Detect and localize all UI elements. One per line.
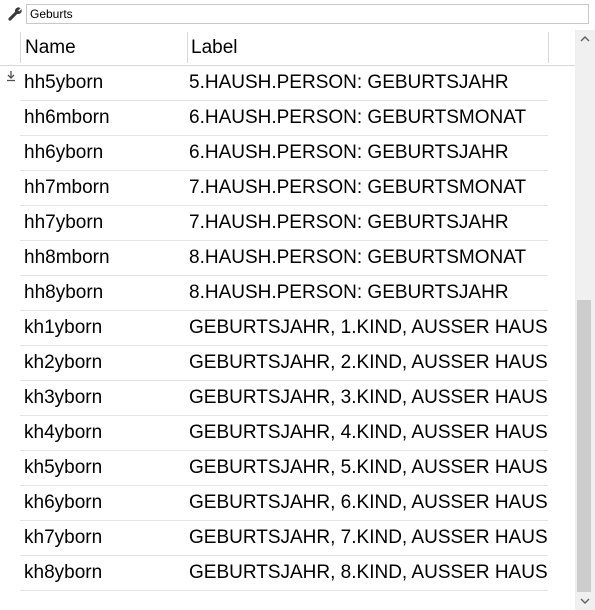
- cell-name[interactable]: hh8mborn: [24, 247, 110, 269]
- wrench-icon[interactable]: [7, 6, 23, 22]
- cell-label[interactable]: 8.HAUSH.PERSON: GEBURTSJAHR: [189, 282, 509, 304]
- table-row[interactable]: hh6yborn 6.HAUSH.PERSON: GEBURTSJAHR: [0, 136, 575, 171]
- table-row[interactable]: kh8yborn GEBURTSJAHR, 8.KIND, AUSSER HAUS: [0, 556, 575, 591]
- cell-name[interactable]: hh7mborn: [24, 177, 110, 199]
- cell-label[interactable]: GEBURTSJAHR, 4.KIND, AUSSER HAUS: [189, 422, 548, 444]
- cell-label[interactable]: GEBURTSJAHR, 3.KIND, AUSSER HAUS: [189, 387, 548, 409]
- table-row[interactable]: hh6mborn 6.HAUSH.PERSON: GEBURTSMONAT: [0, 101, 575, 136]
- cell-label[interactable]: GEBURTSJAHR, 6.KIND, AUSSER HAUS: [189, 492, 548, 514]
- table-row[interactable]: kh5yborn GEBURTSJAHR, 5.KIND, AUSSER HAUS: [0, 451, 575, 486]
- cell-label[interactable]: GEBURTSJAHR, 5.KIND, AUSSER HAUS: [189, 457, 548, 479]
- table-header: Name Label: [0, 30, 575, 66]
- cell-name[interactable]: kh3yborn: [24, 387, 102, 409]
- cell-label[interactable]: 8.HAUSH.PERSON: GEBURTSMONAT: [189, 247, 526, 269]
- cell-label[interactable]: 5.HAUSH.PERSON: GEBURTSJAHR: [189, 72, 509, 94]
- cell-label[interactable]: GEBURTSJAHR, 2.KIND, AUSSER HAUS: [189, 352, 548, 374]
- column-separator[interactable]: [548, 32, 549, 63]
- table-row[interactable]: kh4yborn GEBURTSJAHR, 4.KIND, AUSSER HAUS: [0, 416, 575, 451]
- cell-name[interactable]: kh8yborn: [24, 562, 102, 584]
- cell-name[interactable]: kh1yborn: [24, 317, 102, 339]
- cell-label[interactable]: 7.HAUSH.PERSON: GEBURTSJAHR: [189, 212, 509, 234]
- cell-name[interactable]: kh4yborn: [24, 422, 102, 444]
- scroll-down-arrow-icon[interactable]: [575, 592, 595, 610]
- table-row[interactable]: hh8yborn 8.HAUSH.PERSON: GEBURTSJAHR: [0, 276, 575, 311]
- cell-label[interactable]: GEBURTSJAHR, 7.KIND, AUSSER HAUS: [189, 527, 548, 549]
- table-row[interactable]: kh7yborn GEBURTSJAHR, 7.KIND, AUSSER HAUS: [0, 521, 575, 556]
- cell-name[interactable]: hh6mborn: [24, 107, 110, 129]
- column-header-label[interactable]: Label: [191, 37, 238, 59]
- table-row[interactable]: hh5yborn 5.HAUSH.PERSON: GEBURTSJAHR: [0, 66, 575, 101]
- scrollbar-thumb[interactable]: [577, 300, 591, 592]
- table-row[interactable]: kh2yborn GEBURTSJAHR, 2.KIND, AUSSER HAUS: [0, 346, 575, 381]
- table-row[interactable]: hh7mborn 7.HAUSH.PERSON: GEBURTSMONAT: [0, 171, 575, 206]
- cell-label[interactable]: 6.HAUSH.PERSON: GEBURTSJAHR: [189, 142, 509, 164]
- cell-name[interactable]: kh6yborn: [24, 492, 102, 514]
- vertical-scrollbar[interactable]: [575, 30, 595, 610]
- column-separator[interactable]: [20, 32, 21, 63]
- cell-name[interactable]: hh6yborn: [24, 142, 103, 164]
- table-row[interactable]: kh1yborn GEBURTSJAHR, 1.KIND, AUSSER HAUS: [0, 311, 575, 346]
- column-header-name[interactable]: Name: [25, 37, 76, 59]
- table-row[interactable]: hh8mborn 8.HAUSH.PERSON: GEBURTSMONAT: [0, 241, 575, 276]
- cell-label[interactable]: 6.HAUSH.PERSON: GEBURTSMONAT: [189, 107, 526, 129]
- cell-name[interactable]: kh7yborn: [24, 527, 102, 549]
- cell-label[interactable]: 7.HAUSH.PERSON: GEBURTSMONAT: [189, 177, 526, 199]
- cell-label[interactable]: GEBURTSJAHR, 1.KIND, AUSSER HAUS: [189, 317, 548, 339]
- filter-bar: [0, 0, 595, 30]
- table-row[interactable]: hh7yborn 7.HAUSH.PERSON: GEBURTSJAHR: [0, 206, 575, 241]
- cell-name[interactable]: hh5yborn: [24, 72, 103, 94]
- cell-label[interactable]: GEBURTSJAHR, 8.KIND, AUSSER HAUS: [189, 562, 548, 584]
- cell-name[interactable]: kh5yborn: [24, 457, 102, 479]
- cell-name[interactable]: hh8yborn: [24, 282, 103, 304]
- table-row[interactable]: kh6yborn GEBURTSJAHR, 6.KIND, AUSSER HAUS: [0, 486, 575, 521]
- filter-input[interactable]: [26, 4, 589, 24]
- scroll-up-arrow-icon[interactable]: [575, 30, 595, 48]
- cell-name[interactable]: kh2yborn: [24, 352, 102, 374]
- current-row-arrow-icon: [7, 71, 15, 82]
- cell-name[interactable]: hh7yborn: [24, 212, 103, 234]
- column-separator[interactable]: [187, 32, 188, 63]
- row-divider: [20, 590, 548, 591]
- variables-grid: Name Label hh5yborn 5.HAUSH.PERSON: GEBUR…: [0, 30, 575, 610]
- table-row[interactable]: kh3yborn GEBURTSJAHR, 3.KIND, AUSSER HAUS: [0, 381, 575, 416]
